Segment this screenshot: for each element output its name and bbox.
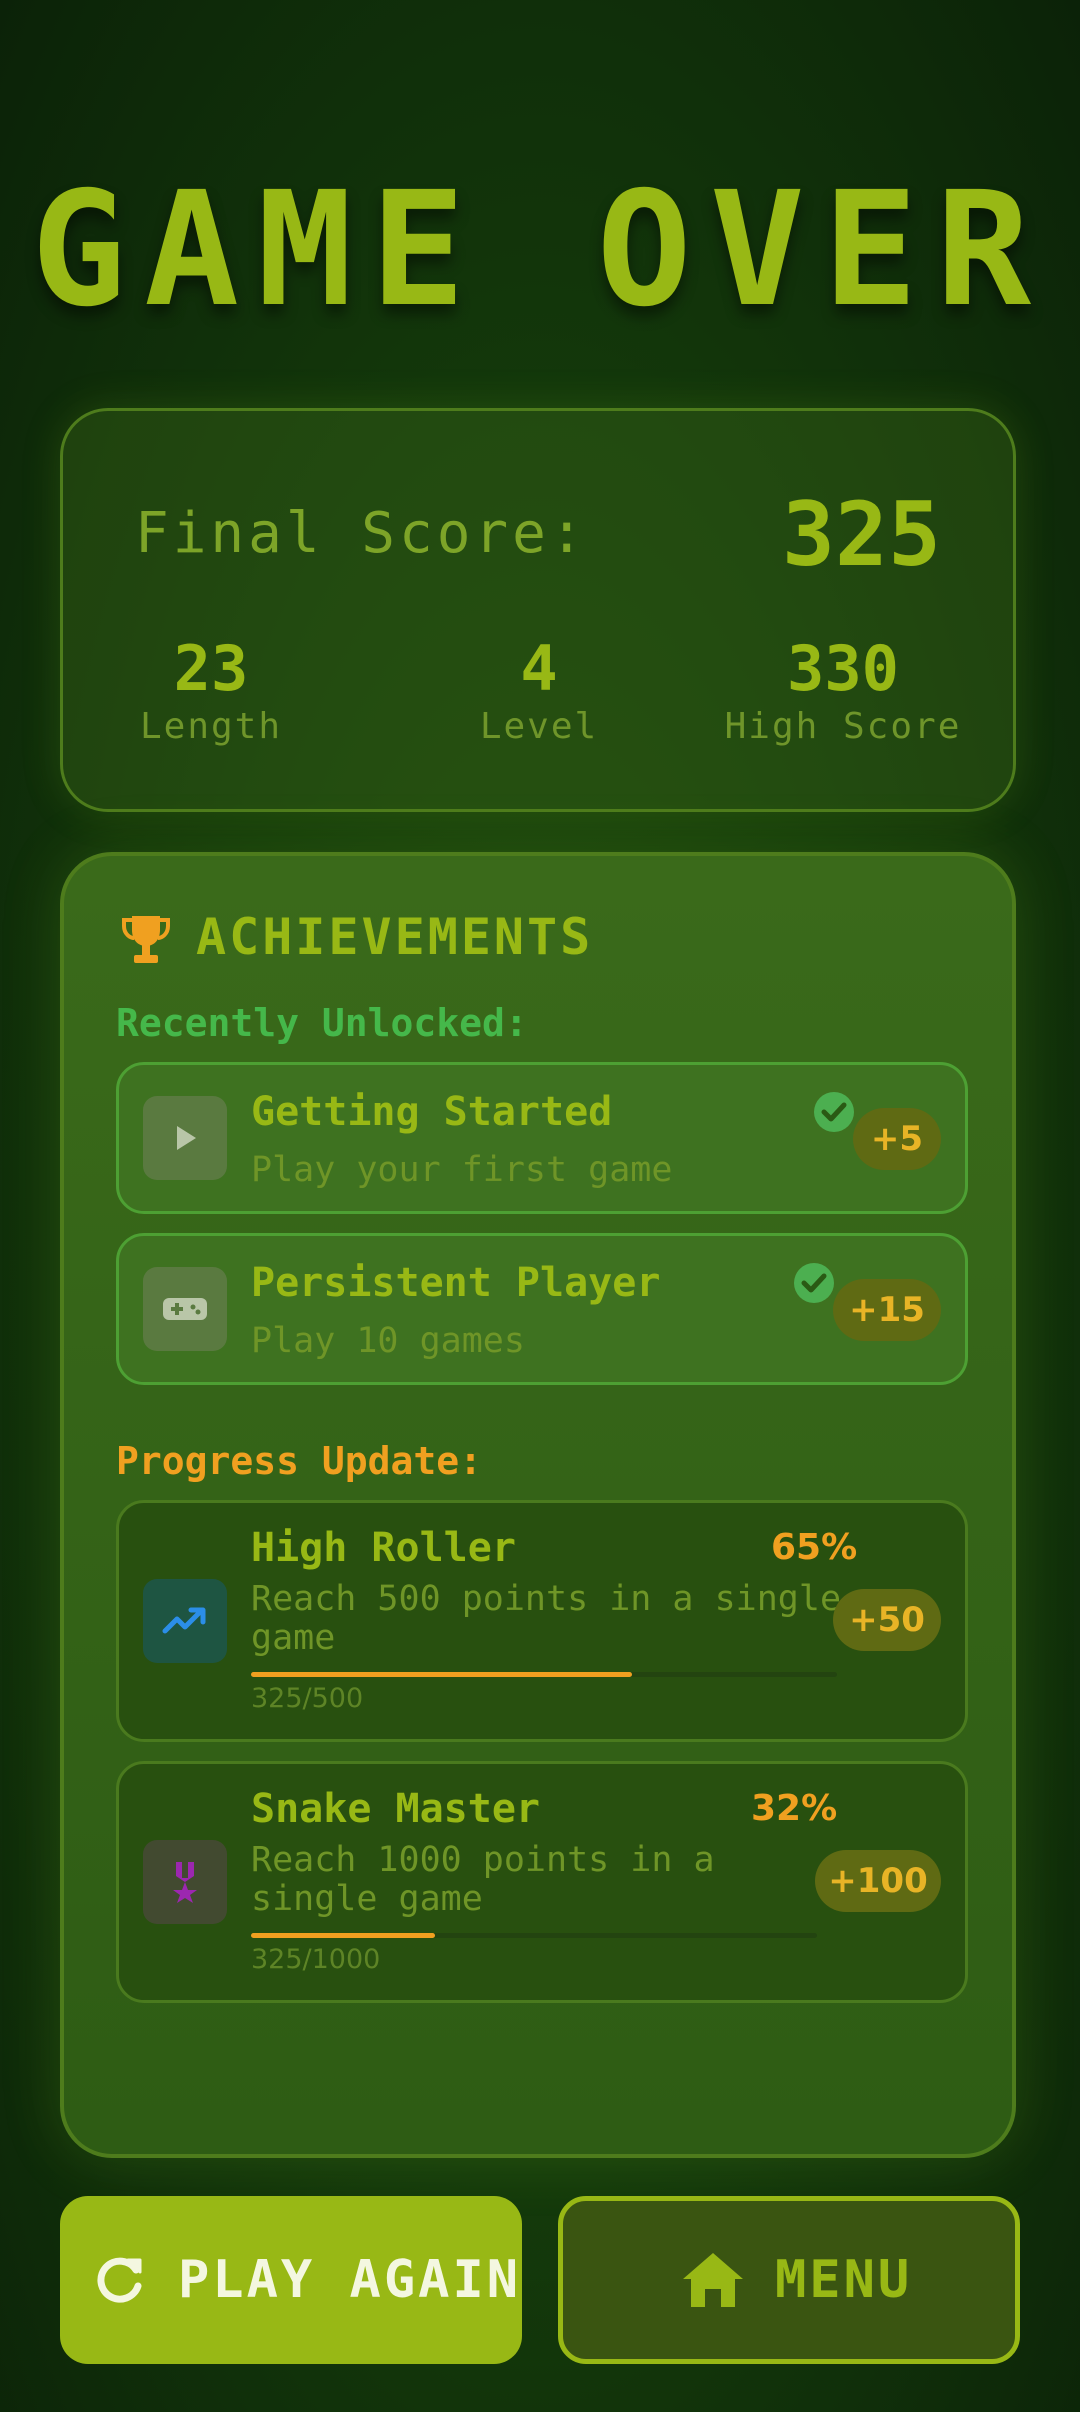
- stat-high-score: 330 High Score: [723, 633, 963, 749]
- trending-up-icon: [143, 1579, 227, 1663]
- final-score-label: Final Score:: [135, 501, 588, 566]
- recently-unlocked-label: Recently Unlocked:: [116, 1001, 528, 1045]
- achievement-desc-line2: single game: [251, 1879, 483, 1919]
- stat-high-score-label: High Score: [724, 706, 962, 747]
- play-again-label: PLAY AGAIN: [178, 2250, 522, 2310]
- achievement-persistent-player: Persistent Player Play 10 games +15: [116, 1233, 968, 1385]
- achievements-card: ACHIEVEMENTS Recently Unlocked: Getting …: [60, 852, 1016, 2158]
- achievement-high-roller: High Roller 65% Reach 500 points in a si…: [116, 1500, 968, 1742]
- game-over-title: GAME OVER: [30, 158, 1050, 342]
- home-icon: [683, 2253, 743, 2307]
- achievement-desc: Play your first game: [251, 1150, 673, 1190]
- stat-level-label: Level: [479, 706, 599, 747]
- stat-level: 4 Level: [439, 633, 639, 749]
- points-badge: +15: [833, 1279, 941, 1341]
- trophy-icon: [122, 916, 170, 963]
- gamepad-icon: [143, 1267, 227, 1351]
- progress-count: 325/500: [251, 1683, 364, 1714]
- achievement-desc-line2: game: [251, 1618, 336, 1658]
- achievement-title: Persistent Player: [251, 1260, 661, 1306]
- progress-update-label: Progress Update:: [116, 1439, 483, 1483]
- play-icon: [143, 1096, 227, 1180]
- check-circle-icon: [814, 1092, 854, 1132]
- stat-level-value: 4: [520, 632, 558, 705]
- progress-count: 325/1000: [251, 1944, 381, 1975]
- refresh-icon: [97, 2257, 142, 2303]
- medal-icon: [143, 1840, 227, 1924]
- achievement-desc-line1: Reach 1000 points in a: [251, 1840, 715, 1880]
- achievement-title: Snake Master: [251, 1786, 540, 1832]
- points-badge: +100: [815, 1850, 941, 1912]
- score-card: Final Score: 325 23 Length 4 Level 330 H…: [60, 408, 1016, 812]
- stat-length: 23 Length: [121, 633, 301, 749]
- check-circle-icon: [794, 1263, 834, 1303]
- stat-length-value: 23: [173, 632, 249, 705]
- progress-bar: [251, 1933, 817, 1938]
- menu-button[interactable]: MENU: [558, 2196, 1020, 2364]
- points-badge: +5: [853, 1108, 941, 1170]
- progress-bar: [251, 1672, 837, 1677]
- achievements-title: ACHIEVEMENTS: [196, 908, 594, 966]
- achievement-title: Getting Started: [251, 1089, 613, 1135]
- achievement-desc: Play 10 games: [251, 1321, 525, 1361]
- progress-bar-fill: [251, 1672, 632, 1677]
- stat-high-score-value: 330: [787, 632, 899, 705]
- progress-percent: 65%: [771, 1527, 858, 1568]
- stat-length-label: Length: [139, 706, 283, 747]
- play-again-button[interactable]: PLAY AGAIN: [60, 2196, 522, 2364]
- points-badge: +50: [833, 1589, 941, 1651]
- achievement-title: High Roller: [251, 1525, 516, 1571]
- achievement-desc-line1: Reach 500 points in a single: [251, 1579, 842, 1619]
- final-score-value: 325: [782, 483, 941, 586]
- progress-percent: 32%: [751, 1788, 838, 1829]
- achievement-getting-started: Getting Started Play your first game +5: [116, 1062, 968, 1214]
- achievement-snake-master: Snake Master 32% Reach 1000 points in a …: [116, 1761, 968, 2003]
- menu-label: MENU: [775, 2250, 913, 2310]
- progress-bar-fill: [251, 1933, 435, 1938]
